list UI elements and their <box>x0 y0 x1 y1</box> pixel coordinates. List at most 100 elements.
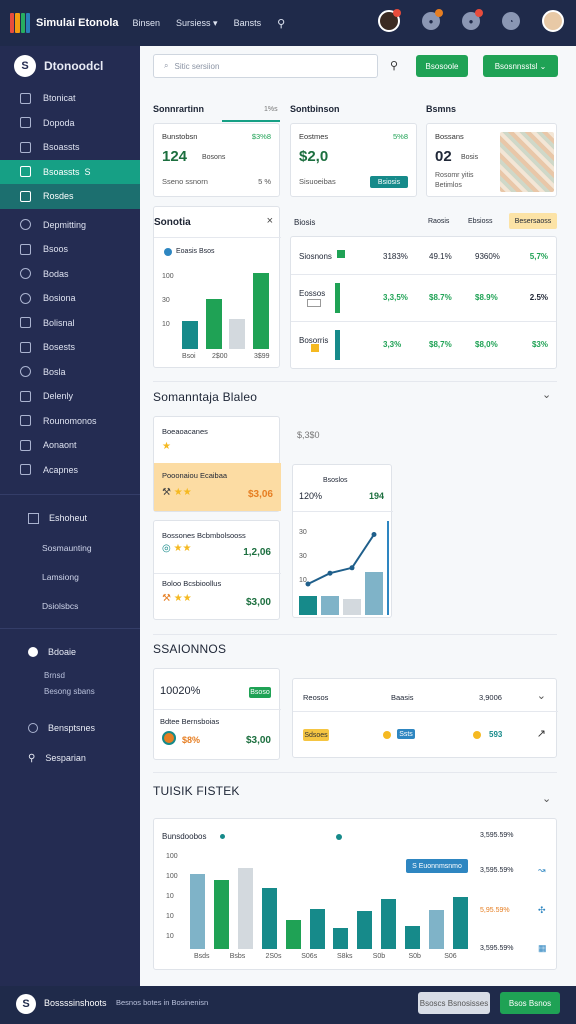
sidebar-section-reports[interactable]: Eshoheut <box>0 503 140 533</box>
search-icon[interactable]: ⚲ <box>390 59 398 72</box>
expand-icon[interactable]: ✣ <box>538 905 546 916</box>
nav-link-2[interactable]: Sursiess ▾ <box>176 18 218 29</box>
sidebar-bottom-2[interactable]: ⚲ Sesparian <box>0 743 140 773</box>
sidebar-small-2[interactable]: Besong sbans <box>0 683 140 699</box>
dropdown-button[interactable]: Bsosnnsstsl ⌄ <box>483 55 558 77</box>
sidebar-item-13[interactable]: Rounomonos <box>0 409 140 434</box>
mini-label: Bsoslos <box>323 477 348 484</box>
list-title: Bossones Bcbmbolsooss <box>162 531 246 540</box>
kpi-sub: Sseno ssnorn <box>162 177 208 186</box>
sidebar-bottom-1[interactable]: Bensptsnes <box>0 713 140 743</box>
list-card-1[interactable]: Boeaoacanes ★ Pooonaiou Ecaibaa ⚒ ★★ $3,… <box>153 416 281 512</box>
grid-icon[interactable]: ▦ <box>538 943 547 954</box>
share-icon[interactable]: ⚲ <box>277 17 285 30</box>
trend-icon[interactable]: ↝ <box>538 865 546 876</box>
summary-card[interactable]: 10020% Bsoso Bdtee Bernsboias $8% $3,00 <box>153 668 281 760</box>
sidebar-item-12[interactable]: Delenly <box>0 384 140 409</box>
kpi-badge[interactable]: Bsiosis <box>370 176 408 188</box>
chevron-down-icon[interactable]: ⌄ <box>537 689 546 702</box>
secondary-button[interactable]: Bsoscs Bsnosisses <box>418 992 490 1014</box>
kpi-sub2: 5 % <box>258 177 271 186</box>
nav-link-3[interactable]: Bansts <box>234 18 262 28</box>
table-tab-2[interactable]: Ebsioss <box>468 218 493 225</box>
table-tab-3[interactable]: Besersaoss <box>509 213 557 229</box>
col-header: 3,9006 <box>479 693 502 702</box>
section-divider <box>153 381 557 382</box>
calendar-icon <box>20 243 31 255</box>
list-value: $3,00 <box>245 597 271 608</box>
notification-icon[interactable]: ● <box>422 9 443 30</box>
footer-title: Bossssinshoots <box>44 998 107 1008</box>
primary-button[interactable]: Bsosoole <box>416 55 468 77</box>
list-card-2[interactable]: Bossones Bcbmbolsooss ◎ ★★ 1,2,06 Boloo … <box>153 520 281 620</box>
bar <box>205 299 222 349</box>
sidebar-item-active[interactable]: Bsoassts S <box>0 159 140 184</box>
kpi-sub: Rosomr yitis <box>435 172 474 179</box>
bar <box>428 909 444 949</box>
bar <box>229 318 246 349</box>
status-chip[interactable]: Ssts <box>397 729 415 739</box>
arrow-icon[interactable]: ↗ <box>537 727 546 740</box>
kpi-card-3[interactable]: Bossans 02 Bosis Rosomr yitis Betimlos <box>426 123 557 197</box>
sidebar-sub-3[interactable]: Dsiolsbcs <box>0 591 140 620</box>
status-badge[interactable]: Sdsoes <box>303 729 329 741</box>
legend-dot <box>220 834 225 839</box>
sidebar-small-1[interactable]: Brnsd <box>0 667 140 683</box>
sidebar-sub-1[interactable]: Sosmaunting <box>0 533 140 562</box>
sidebar-item-5[interactable]: Depmitting <box>0 213 140 238</box>
kpi-label: Bunstobsn <box>162 132 198 141</box>
sidebar-sub-2[interactable]: Lamsiong <box>0 562 140 591</box>
sidebar-item-7[interactable]: Bodas <box>0 262 140 287</box>
sidebar-item-14[interactable]: Aonaont <box>0 433 140 458</box>
sidebar-item-9[interactable]: Bolisnal <box>0 311 140 336</box>
primary-footer-button[interactable]: Bsos Bsnos <box>500 992 560 1014</box>
sidebar-section-2[interactable]: Bdoaie <box>0 637 140 667</box>
list-item-highlight[interactable]: Pooonaiou Ecaibaa ⚒ ★★ $3,06 <box>154 463 281 511</box>
user-avatar-1[interactable] <box>378 9 401 32</box>
mail-icon <box>20 439 31 451</box>
sidebar-item-11[interactable]: Bosla <box>0 360 140 385</box>
sidebar-item-2[interactable]: Dopoda <box>0 111 140 136</box>
flag-icon <box>337 250 345 258</box>
bar <box>381 899 397 949</box>
profile-avatar[interactable] <box>542 10 564 32</box>
kpi-card-2[interactable]: Eostmes 5%8 $2,0 Sisuoeibas Bsiosis <box>290 123 417 197</box>
sidebar-item-6[interactable]: Bsoos <box>0 237 140 262</box>
sidebar-item-8[interactable]: Bosiona <box>0 286 140 311</box>
top-navbar: Simulai Etonola Binsen Sursiess ▾ Bansts… <box>0 0 576 46</box>
sidebar-divider-2 <box>0 628 140 629</box>
circle-icon <box>28 647 38 657</box>
close-icon[interactable]: × <box>267 215 273 227</box>
kpi-underline <box>222 120 280 122</box>
section-4-title: TUISIK FISTEK <box>153 784 240 798</box>
settings-icon[interactable]: ◔ <box>502 12 520 30</box>
status-table: Reosos Baasis 3,9006 ⌄ Sdsoes Ssts 593 ↗ <box>292 678 558 758</box>
sidebar-item-4[interactable]: Rosdes <box>0 184 140 209</box>
search-input[interactable]: ⌕ Sitic sersiion <box>153 54 378 78</box>
sidebar-item-3[interactable]: Bsoassts <box>0 135 140 160</box>
bar <box>181 321 198 349</box>
messages-icon[interactable]: ● <box>462 9 483 30</box>
sidebar-title: Dtonoodcl <box>44 59 104 73</box>
summary-pct: $8% <box>182 735 201 745</box>
bar <box>285 920 301 949</box>
x-tick: 3$99 <box>254 353 270 360</box>
divider <box>293 511 393 512</box>
brand-logo[interactable] <box>10 13 30 33</box>
nav-link-1[interactable]: Binsen <box>133 18 161 28</box>
table-row[interactable]: Siosnons 3183% 49.1% 9360% 5,7% <box>291 237 556 275</box>
list-title: Boeaoacanes <box>162 427 208 436</box>
table-row[interactable]: Eossos 3,3,5% $8.7% $8.9% 2.5% <box>291 275 556 322</box>
kpi-value: 124 <box>162 148 188 165</box>
table-row[interactable]: Bosorris 3,3% $8,7% $8,0% $3% <box>291 322 556 368</box>
x-axis: Bsds Bsbs 2S0s S06s S8ks S0b S0b S06 <box>186 953 472 963</box>
divider <box>154 573 281 574</box>
kpi-card-1[interactable]: Bunstobsn $3%8 124 Bosons Sseno ssnorn 5… <box>153 123 280 197</box>
summary-badge[interactable]: Bsoso <box>249 687 271 698</box>
chevron-down-icon[interactable]: ⌄ <box>542 792 551 805</box>
chevron-down-icon[interactable]: ⌄ <box>542 388 551 401</box>
sidebar-item-10[interactable]: Bosests <box>0 335 140 360</box>
sidebar-item-15[interactable]: Acapnes <box>0 458 140 483</box>
sidebar-item-1[interactable]: Btonicat <box>0 86 140 111</box>
table-tab-1[interactable]: Raosis <box>428 218 449 225</box>
